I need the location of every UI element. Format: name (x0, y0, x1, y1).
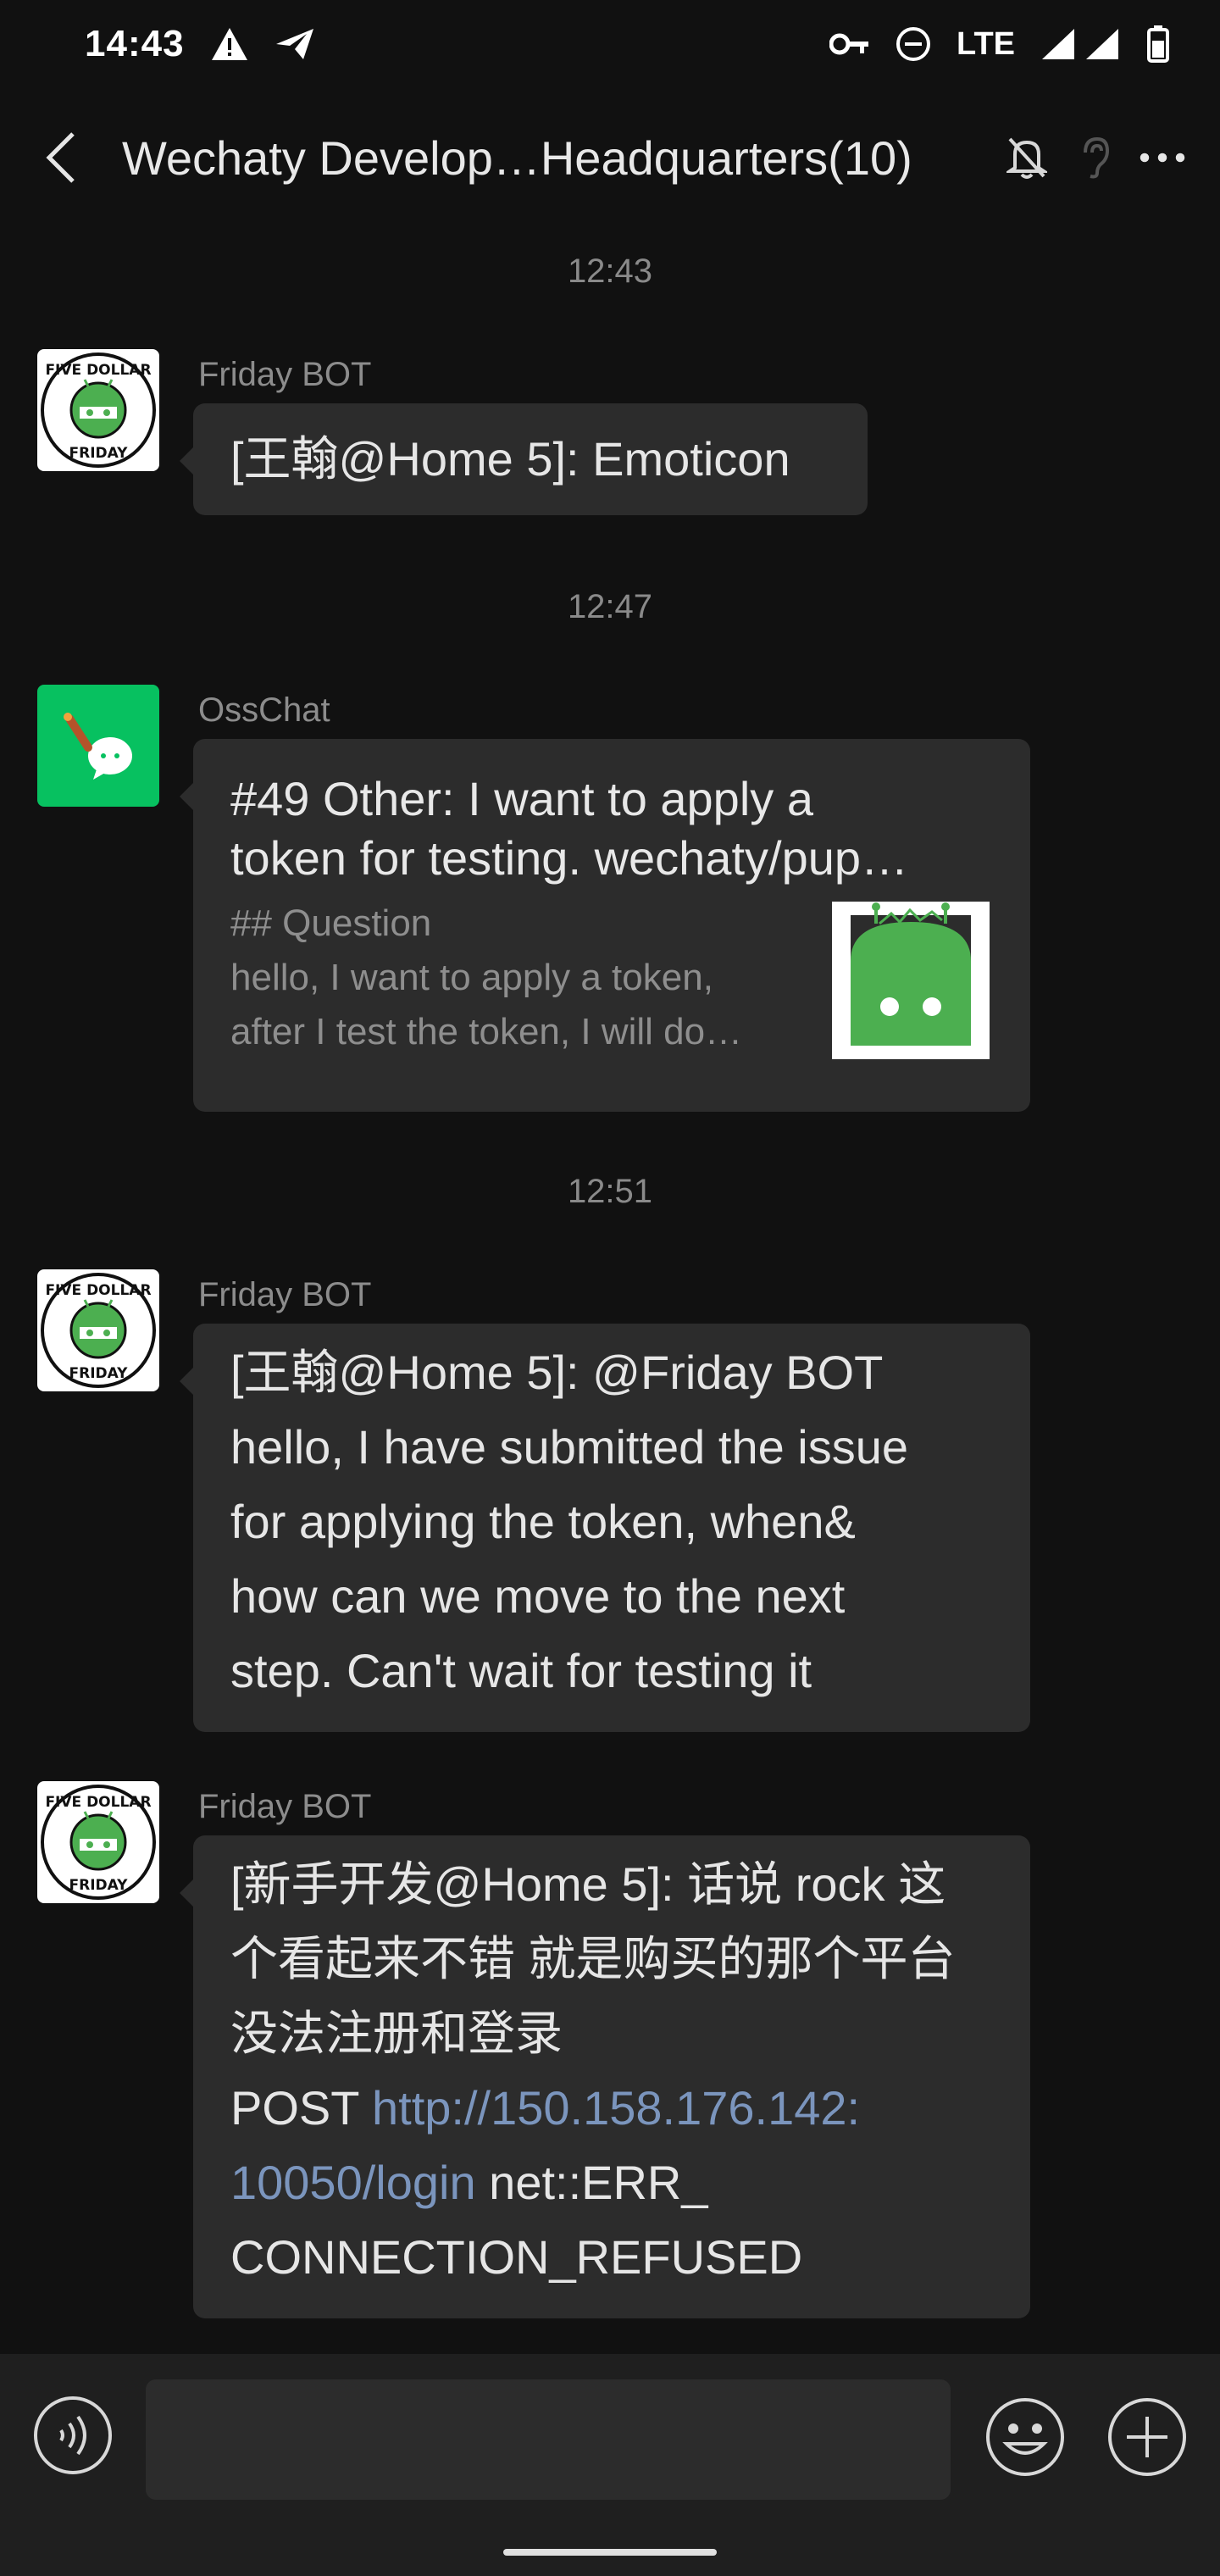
mute-bell-icon (1003, 130, 1051, 185)
message-line: how can we move to the next (230, 1569, 846, 1623)
sender-name: Friday BOT (198, 1788, 372, 1825)
chat-header: Wechaty Develop…Headquarters(10) (0, 88, 1220, 227)
avatar-text-top: FIVE DOLLAR (45, 1794, 151, 1811)
network-type: LTE (957, 25, 1015, 62)
signal-icon (1040, 27, 1122, 61)
home-indicator[interactable] (503, 2549, 717, 2556)
message-text: [王翰@Home 5]: Emoticon (230, 432, 790, 486)
message-line: POST http://150.158.176.142: (230, 2071, 993, 2146)
status-bar: 14:43 LTE (0, 0, 1220, 88)
five-dollar-friday-avatar[interactable]: FIVE DOLLAR FRIDAY (37, 349, 159, 471)
message-line: for applying the token, when& (230, 1495, 856, 1548)
sender-name: Friday BOT (198, 1276, 372, 1313)
status-right: LTE (829, 25, 1169, 63)
card-title-line: #49 Other: I want to apply a (230, 772, 813, 825)
message-bubble[interactable]: [新手开发@Home 5]: 话说 rock 这 个看起来不错 就是购买的那个平… (180, 1835, 1030, 2318)
card-heading: ## Question (230, 902, 432, 944)
message-line: CONNECTION_REFUSED (230, 2230, 803, 2284)
message-link[interactable]: http://150.158.176.142: (372, 2081, 860, 2135)
message-line: step. Can't wait for testing it (230, 1644, 812, 1697)
avatar-text-bottom: FRIDAY (69, 1365, 129, 1382)
emoji-icon[interactable] (983, 2395, 1068, 2479)
sender-name: OssChat (198, 691, 330, 729)
chat-title[interactable]: Wechaty Develop…Headquarters(10) (122, 130, 969, 186)
message-line: [王翰@Home 5]: @Friday BOT (230, 1346, 884, 1399)
message-line: 个看起来不错 就是购买的那个平台 (230, 1932, 956, 1985)
message-bubble[interactable]: [王翰@Home 5]: Emoticon (180, 403, 868, 515)
avatar-text-bottom: FRIDAY (69, 445, 129, 462)
back-arrow-icon[interactable] (34, 124, 88, 192)
message-line: 没法注册和登录 (230, 2007, 563, 2060)
warning-icon (210, 26, 249, 62)
sender-name: Friday BOT (198, 356, 372, 393)
card-body: ## Question hello, I want to apply a tok… (230, 897, 993, 1059)
post-prefix: POST (230, 2081, 373, 2135)
card-description: ## Question hello, I want to apply a tok… (230, 897, 824, 1059)
message-line: hello, I have submitted the issue (230, 1420, 909, 1474)
message-line: 10050/login net::ERR_ (230, 2146, 993, 2220)
status-left: 14:43 (85, 23, 315, 65)
osschat-avatar[interactable] (37, 685, 159, 807)
timestamp: 12:43 (567, 253, 653, 290)
input-bar (0, 2354, 1220, 2576)
avatar-text-top: FIVE DOLLAR (45, 1282, 151, 1299)
avatar-text-top: FIVE DOLLAR (45, 362, 151, 379)
message-bubble[interactable]: [王翰@Home 5]: @Friday BOT hello, I have s… (180, 1324, 1030, 1732)
message-input[interactable] (146, 2379, 951, 2500)
header-actions (1003, 130, 1186, 185)
message-list[interactable]: 12:43 FIVE DOLLAR FRIDAY Friday BOT [王翰@… (0, 227, 1220, 2354)
card-thumbnail (832, 902, 990, 1059)
send-icon (274, 27, 315, 61)
timestamp: 12:51 (567, 1173, 653, 1210)
link-card[interactable]: #49 Other: I want to apply a token for t… (180, 739, 1030, 1112)
five-dollar-friday-avatar[interactable]: FIVE DOLLAR FRIDAY (37, 1269, 159, 1391)
five-dollar-friday-avatar[interactable]: FIVE DOLLAR FRIDAY (37, 1781, 159, 1903)
ear-icon[interactable] (1071, 130, 1118, 185)
vpn-key-icon (829, 31, 870, 57)
avatar-text-bottom: FRIDAY (69, 1877, 129, 1894)
more-icon[interactable] (1139, 130, 1186, 185)
card-desc-line: hello, I want to apply a token, (230, 957, 713, 998)
card-title-line: token for testing. wechaty/pup… (230, 831, 908, 885)
voice-icon[interactable] (32, 2395, 114, 2476)
error-text: net::ERR_ (475, 2156, 708, 2209)
timestamp: 12:47 (567, 588, 653, 625)
battery-icon (1147, 25, 1169, 63)
status-time: 14:43 (85, 23, 185, 64)
card-desc-line: after I test the token, I will do… (230, 1011, 743, 1052)
message-line: [新手开发@Home 5]: 话说 rock 这 (230, 1857, 946, 1911)
chat-screen: 14:43 LTE Wechaty Develop…Headquarters(1… (0, 0, 1220, 2576)
plus-icon[interactable] (1105, 2395, 1190, 2479)
message-link[interactable]: 10050/login (230, 2156, 476, 2209)
do-not-disturb-icon (896, 26, 931, 62)
